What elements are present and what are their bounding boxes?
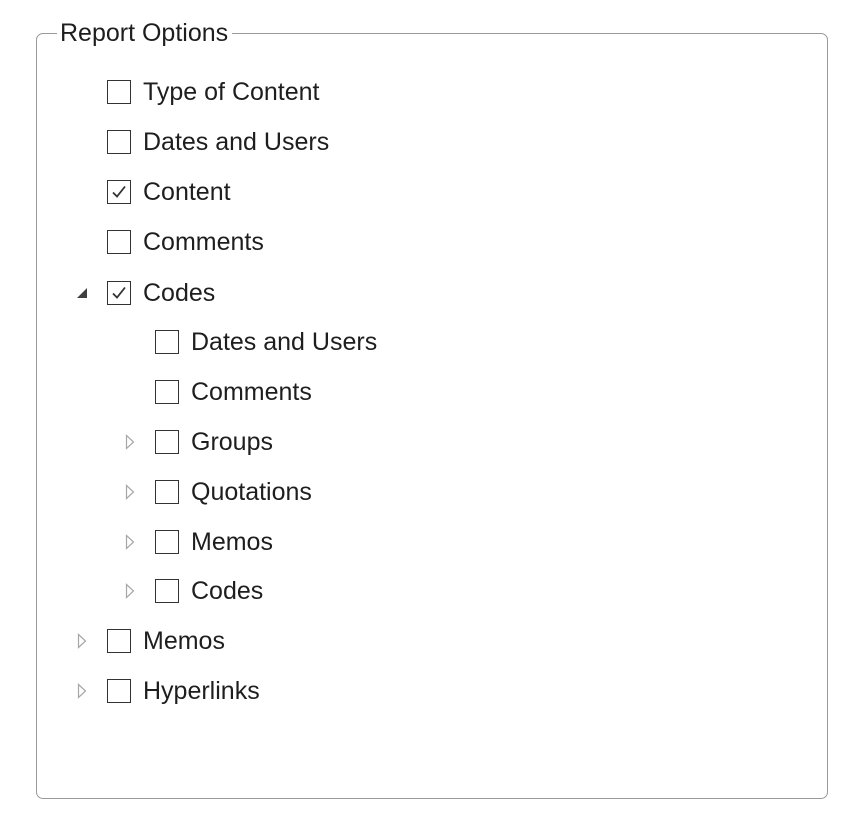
hyperlinks-checkbox[interactable] bbox=[107, 679, 131, 703]
tree-item-label: Codes bbox=[143, 279, 216, 307]
tree-item-dates-and-users[interactable]: Dates and Users bbox=[76, 124, 329, 160]
tree-item-content[interactable]: Content bbox=[76, 174, 231, 210]
type-of-content-checkbox[interactable] bbox=[107, 80, 131, 104]
tree-item-label: Memos bbox=[191, 528, 273, 556]
tree-item-label: Hyperlinks bbox=[143, 677, 260, 705]
tree-item-codes-dates-and-users[interactable]: Dates and Users bbox=[124, 324, 377, 360]
tree-item-spacer bbox=[124, 384, 136, 400]
codes-groups-checkbox[interactable] bbox=[155, 430, 179, 454]
codes-checkbox[interactable] bbox=[107, 281, 131, 305]
tree-item-type-of-content[interactable]: Type of Content bbox=[76, 74, 320, 110]
dates-and-users-checkbox[interactable] bbox=[107, 130, 131, 154]
tree-item-spacer bbox=[76, 234, 88, 250]
tree-item-label: Codes bbox=[191, 577, 264, 605]
triangle-expanded-icon[interactable] bbox=[76, 285, 88, 301]
tree-item-comments[interactable]: Comments bbox=[76, 224, 264, 260]
tree-item-label: Dates and Users bbox=[191, 328, 378, 356]
triangle-collapsed-icon[interactable] bbox=[124, 583, 136, 599]
tree-item-label: Dates and Users bbox=[143, 128, 330, 156]
tree-item-codes-codes[interactable]: Codes bbox=[124, 573, 263, 609]
tree-item-label: Quotations bbox=[191, 478, 312, 506]
tree-item-hyperlinks[interactable]: Hyperlinks bbox=[76, 673, 260, 709]
triangle-collapsed-icon[interactable] bbox=[124, 534, 136, 550]
codes-quotations-checkbox[interactable] bbox=[155, 480, 179, 504]
tree-item-codes-memos[interactable]: Memos bbox=[124, 524, 273, 560]
tree-item-label: Comments bbox=[143, 228, 264, 256]
codes-codes-checkbox[interactable] bbox=[155, 579, 179, 603]
codes-memos-checkbox[interactable] bbox=[155, 530, 179, 554]
tree-item-label: Groups bbox=[191, 428, 273, 456]
tree-item-codes-comments[interactable]: Comments bbox=[124, 374, 312, 410]
tree-item-spacer bbox=[76, 184, 88, 200]
tree-item-label: Content bbox=[143, 178, 231, 206]
tree-item-label: Type of Content bbox=[143, 78, 320, 106]
triangle-collapsed-icon[interactable] bbox=[124, 434, 136, 450]
report-options-tree: Type of Content Dates and Users Content … bbox=[0, 0, 845, 816]
tree-item-memos[interactable]: Memos bbox=[76, 623, 225, 659]
triangle-collapsed-icon[interactable] bbox=[76, 683, 88, 699]
checkmark-icon bbox=[112, 185, 126, 198]
tree-item-label: Memos bbox=[143, 627, 225, 655]
content-checkbox[interactable] bbox=[107, 180, 131, 204]
tree-item-spacer bbox=[76, 84, 88, 100]
comments-checkbox[interactable] bbox=[107, 230, 131, 254]
memos-checkbox[interactable] bbox=[107, 629, 131, 653]
tree-item-codes-quotations[interactable]: Quotations bbox=[124, 474, 312, 510]
codes-dates-and-users-checkbox[interactable] bbox=[155, 330, 179, 354]
tree-item-label: Comments bbox=[191, 378, 312, 406]
tree-item-spacer bbox=[76, 134, 88, 150]
codes-comments-checkbox[interactable] bbox=[155, 380, 179, 404]
checkmark-icon bbox=[112, 286, 126, 299]
tree-item-codes-groups[interactable]: Groups bbox=[124, 424, 273, 460]
triangle-collapsed-icon[interactable] bbox=[76, 633, 88, 649]
triangle-collapsed-icon[interactable] bbox=[124, 484, 136, 500]
tree-item-codes[interactable]: Codes bbox=[76, 275, 215, 311]
tree-item-spacer bbox=[124, 334, 136, 350]
